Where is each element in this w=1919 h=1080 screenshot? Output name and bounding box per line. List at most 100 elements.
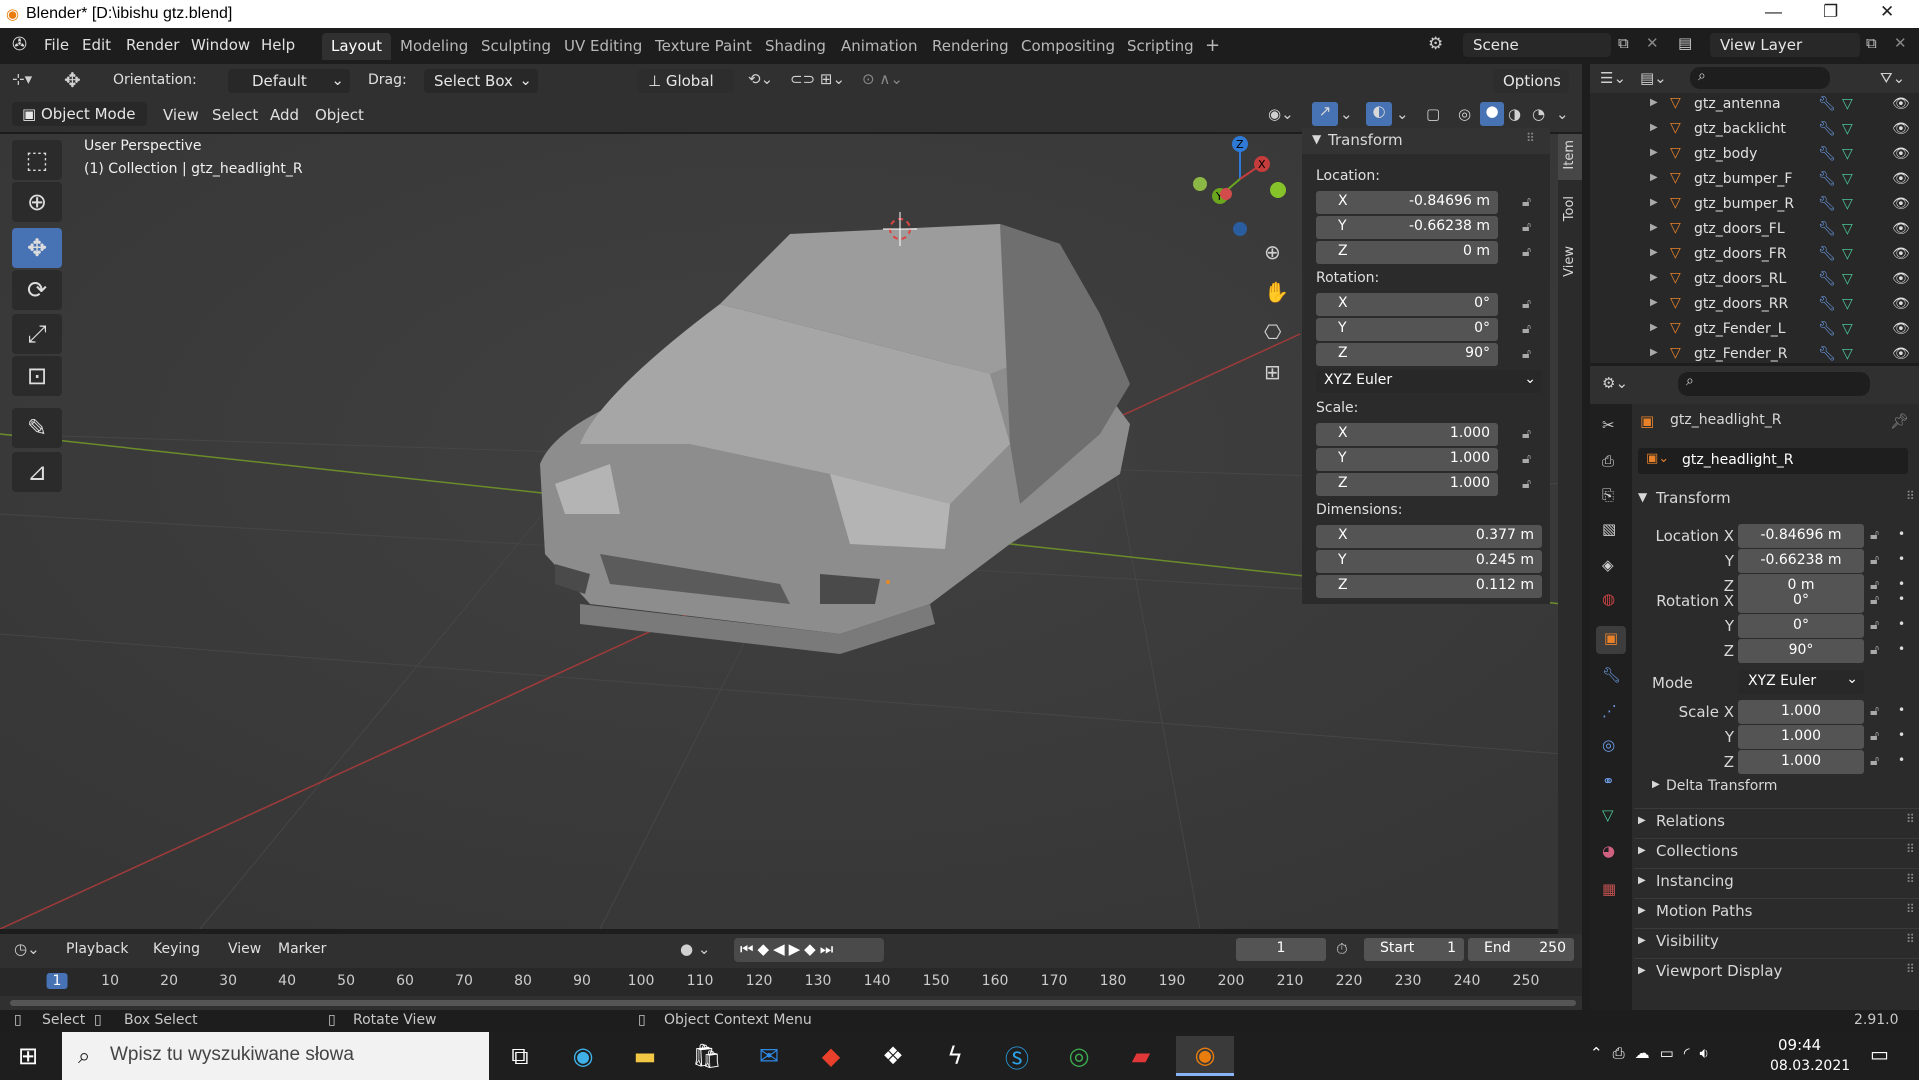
prop-rotation-x-field[interactable]: 0°	[1738, 589, 1864, 613]
maximize-icon[interactable]: ❐	[1823, 2, 1838, 22]
lock-icon[interactable]: 🔓︎	[1870, 527, 1879, 543]
prop-scale-y-field[interactable]: 1.000	[1738, 725, 1864, 749]
keyframe-dot-icon[interactable]: •	[1898, 728, 1905, 742]
material-shading-icon[interactable]: ◑	[1508, 105, 1521, 123]
mesh-data-icon[interactable]: ▽	[1842, 346, 1853, 362]
eye-icon[interactable]: 👁︎	[1892, 321, 1910, 337]
rotation-mode-dropdown[interactable]: XYZ Euler ⌄	[1316, 370, 1542, 393]
lock-icon[interactable]: 🔓︎	[1522, 451, 1531, 467]
select-box-tool-icon[interactable]: ⬚	[12, 140, 62, 180]
frame-ruler[interactable]: 1 10 20 30 40 50 60 70 80 90 100 110 120 130 140 150 160…	[0, 968, 1582, 996]
jump-end-icon[interactable]: ⏭	[820, 940, 838, 958]
prop-rotation-z-field[interactable]: 90°	[1738, 639, 1864, 663]
mesh-data-icon[interactable]: ▽	[1842, 96, 1853, 112]
menu-edit[interactable]: Edit	[82, 36, 111, 54]
rendered-shading-icon[interactable]: ◔	[1532, 105, 1545, 123]
scene-selector-icon[interactable]: ⚙	[1428, 34, 1443, 54]
lock-icon[interactable]: 🔓︎	[1522, 426, 1531, 442]
mesh-data-icon[interactable]: ▽	[1842, 296, 1853, 312]
modifier-icon[interactable]: 🔧︎	[1818, 171, 1836, 187]
texture-tab-icon[interactable]: ▦	[1602, 880, 1616, 898]
minimize-icon[interactable]: —	[1765, 2, 1782, 22]
lock-icon[interactable]: 🔓︎	[1522, 476, 1531, 492]
tab-uv-editing[interactable]: UV Editing	[555, 33, 651, 60]
start-frame-field[interactable]: Start 1	[1364, 938, 1464, 961]
remove-view-layer-icon[interactable]: ✕	[1894, 34, 1907, 52]
current-frame-field[interactable]: 1	[1236, 938, 1326, 961]
viewport-menu-object[interactable]: Object	[315, 106, 364, 124]
shading-dropdown-icon[interactable]: ⌄	[1556, 105, 1569, 123]
eye-icon[interactable]: 👁︎	[1892, 221, 1910, 237]
location-z-field[interactable]: Z 0 m	[1316, 241, 1498, 264]
transform-orientation-dropdown[interactable]: ⊥ Global	[638, 69, 734, 93]
overlays-toggle-icon[interactable]: ◐	[1366, 102, 1392, 126]
editor-type-icon[interactable]: ⊹▾	[12, 70, 32, 88]
eye-icon[interactable]: 👁︎	[1892, 96, 1910, 112]
tab-scripting[interactable]: Scripting	[1118, 33, 1203, 60]
menu-window[interactable]: Window	[191, 36, 250, 54]
mesh-data-icon[interactable]: ▽	[1842, 321, 1853, 337]
jump-start-icon[interactable]: ⏮	[740, 940, 758, 958]
rotation-y-field[interactable]: Y 0°	[1316, 318, 1498, 341]
close-icon[interactable]: ✕	[1880, 2, 1894, 22]
lock-icon[interactable]: 🔓︎	[1522, 296, 1531, 312]
modifier-icon[interactable]: 🔧︎	[1818, 246, 1836, 262]
system-tray-icons[interactable]: ⌃⎙☁▭◜🔉︎	[1590, 1044, 1719, 1062]
modifier-icon[interactable]: 🔧︎	[1818, 146, 1836, 162]
lock-icon[interactable]: 🔓︎	[1870, 728, 1879, 744]
lock-icon[interactable]: 🔓︎	[1522, 194, 1531, 210]
navigation-gizmo[interactable]: Z X Y	[1190, 134, 1300, 244]
eye-icon[interactable]: 👁︎	[1892, 196, 1910, 212]
timeline-scrollbar[interactable]	[10, 1000, 1576, 1006]
rotate-tool-icon[interactable]: ⟳	[12, 270, 62, 310]
menu-help[interactable]: Help	[261, 36, 295, 54]
new-scene-icon[interactable]: ⧉	[1618, 34, 1629, 52]
outliner-item[interactable]: ▶ ▽ gtz_body 🔧︎ ▽ 👁︎	[1590, 143, 1919, 168]
location-y-field[interactable]: Y -0.66238 m	[1316, 216, 1498, 239]
properties-editor-icon[interactable]: ⚙⌄	[1602, 374, 1628, 392]
tab-texture-paint[interactable]: Texture Paint	[646, 33, 761, 60]
expand-arrow-icon[interactable]: ▶	[1650, 247, 1658, 258]
zoom-icon[interactable]: ⊕	[1264, 240, 1281, 264]
lock-icon[interactable]: 🔓︎	[1870, 552, 1879, 568]
mail-icon[interactable]: ✉	[746, 1036, 792, 1076]
expand-arrow-icon[interactable]: ▶	[1650, 147, 1658, 158]
eye-icon[interactable]: 👁︎	[1892, 146, 1910, 162]
expand-arrow-icon[interactable]: ▶	[1650, 272, 1658, 283]
xray-icon[interactable]: ▢	[1426, 105, 1440, 123]
preview-range-icon[interactable]: ⏱	[1336, 940, 1348, 958]
outliner-item[interactable]: ▶ ▽ gtz_bumper_F 🔧︎ ▽ 👁︎	[1590, 168, 1919, 193]
timeline-editor-icon[interactable]: ◷⌄	[14, 940, 40, 958]
drag-handle-icon[interactable]: ⠿	[1526, 131, 1535, 145]
display-mode-icon[interactable]: ▤⌄	[1640, 69, 1667, 87]
keyframe-dot-icon[interactable]: •	[1898, 617, 1905, 631]
modifier-icon[interactable]: 🔧︎	[1818, 121, 1836, 137]
new-view-layer-icon[interactable]: ⧉	[1866, 34, 1877, 52]
app-red-icon[interactable]: ◆	[808, 1036, 854, 1076]
remove-scene-icon[interactable]: ✕	[1646, 34, 1659, 52]
outliner-editor-icon[interactable]: ☰⌄	[1600, 69, 1626, 87]
outliner-item[interactable]: ▶ ▽ gtz_doors_FR 🔧︎ ▽ 👁︎	[1590, 243, 1919, 268]
tab-modeling[interactable]: Modeling	[391, 33, 477, 60]
keyframe-dot-icon[interactable]: •	[1898, 592, 1905, 606]
file-explorer-icon[interactable]: ▬	[622, 1036, 668, 1076]
expand-arrow-icon[interactable]: ▶	[1650, 222, 1658, 233]
material-tab-icon[interactable]: ◕	[1602, 842, 1615, 860]
timeline-menu-marker[interactable]: Marker	[278, 941, 326, 957]
move-tool-button-icon[interactable]: ✥	[12, 228, 62, 268]
constraints-tab-icon[interactable]: ⚭	[1602, 772, 1615, 790]
lock-icon[interactable]: 🔓︎	[1870, 703, 1879, 719]
lock-icon[interactable]: 🔓︎	[1870, 642, 1879, 658]
mesh-data-icon[interactable]: ▽	[1842, 171, 1853, 187]
keyframe-dot-icon[interactable]: •	[1898, 753, 1905, 767]
expand-arrow-icon[interactable]: ▶	[1650, 347, 1658, 358]
app-bolt-icon[interactable]: ϟ	[932, 1036, 978, 1076]
dimensions-y-field[interactable]: Y 0.245 m	[1316, 550, 1542, 573]
tab-sculpting[interactable]: Sculpting	[472, 33, 560, 60]
mesh-data-icon[interactable]: ▽	[1842, 146, 1853, 162]
mesh-data-icon[interactable]: ▽	[1842, 246, 1853, 262]
view-layer-field[interactable]: View Layer	[1710, 33, 1860, 57]
expand-arrow-icon[interactable]: ▶	[1650, 197, 1658, 208]
mesh-data-icon[interactable]: ▽	[1842, 221, 1853, 237]
location-x-field[interactable]: X -0.84696 m	[1316, 191, 1498, 214]
